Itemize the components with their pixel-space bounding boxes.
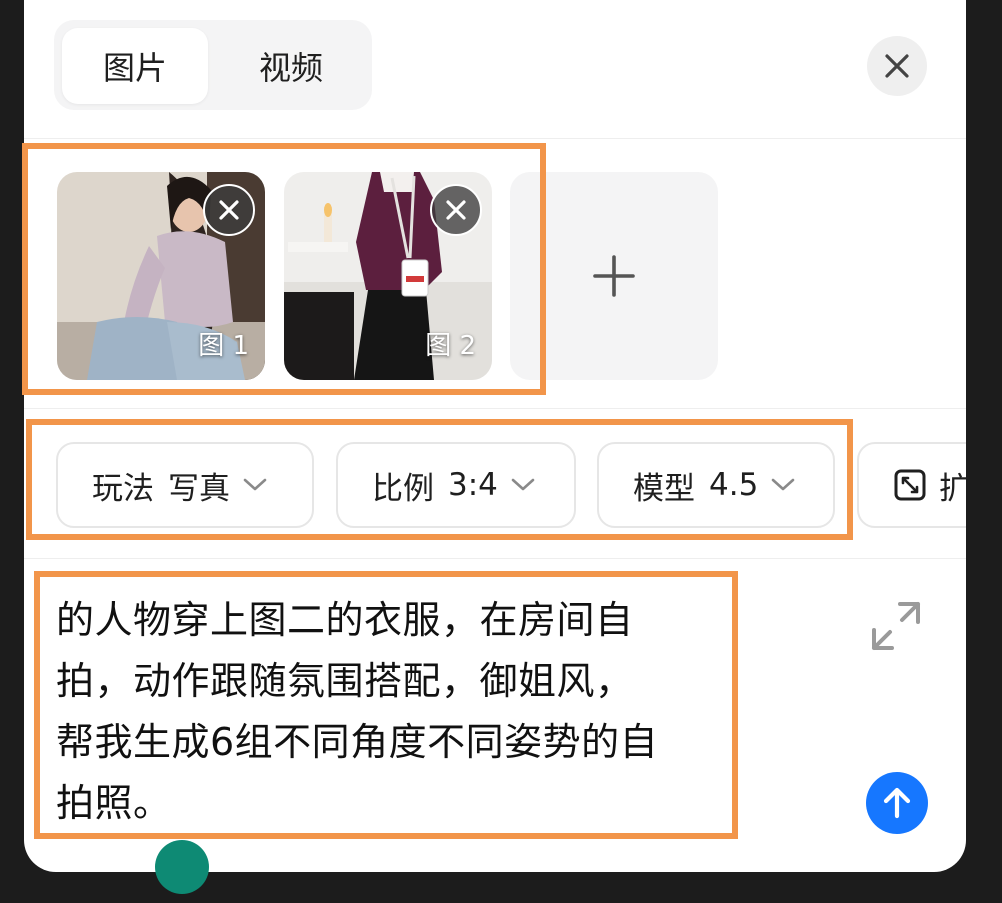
image-2-caption: 图 2 [425, 331, 476, 361]
model-select-label: 模型 [633, 470, 695, 507]
close-icon [885, 54, 909, 78]
prompt-line-4: 拍照。 [56, 781, 172, 825]
ratio-select[interactable]: 比例 3:4 [336, 442, 576, 528]
divider [24, 558, 966, 559]
remove-image-icon [446, 200, 466, 220]
close-button[interactable] [867, 36, 927, 96]
style-select[interactable]: 玩法 写真 [56, 442, 314, 528]
model-select-value: 4.5 [709, 467, 759, 503]
arrow-up-icon [883, 787, 911, 819]
remove-image-icon [219, 200, 239, 220]
send-button[interactable] [866, 772, 928, 834]
ratio-select-value: 3:4 [448, 467, 498, 503]
resize-frame-icon [894, 469, 926, 501]
uploaded-image-2[interactable]: 图 2 [284, 172, 492, 380]
ratio-select-label: 比例 [372, 470, 434, 507]
divider [24, 408, 966, 409]
uploaded-image-1[interactable]: 图 1 [57, 172, 265, 380]
model-select[interactable]: 模型 4.5 [597, 442, 835, 528]
prompt-line-3: 帮我生成6组不同角度不同姿势的自 [56, 720, 659, 764]
tab-video[interactable]: 视频 [218, 28, 364, 104]
expand-option-label: 扩 [939, 470, 966, 507]
style-select-label: 玩法 [92, 470, 154, 507]
add-image-button[interactable] [510, 172, 718, 380]
expand-editor-button[interactable] [866, 596, 926, 656]
remove-image-1-button[interactable] [203, 184, 255, 236]
chevron-down-icon [243, 478, 267, 491]
prompt-line-2: 拍，动作跟随氛围搭配，御姐风， [56, 659, 634, 703]
prompt-line-1: 的人物穿上图二的衣服，在房间自 [56, 598, 634, 642]
create-panel: 图片 视频 图 1 图 2 玩法 写真 比例 3:4 模型 4.5 扩 的人物穿… [24, 0, 966, 872]
chevron-down-icon [772, 478, 795, 491]
expand-option-chip[interactable]: 扩 [857, 442, 966, 528]
prompt-input[interactable]: 的人物穿上图二的衣服，在房间自 拍，动作跟随氛围搭配，御姐风， 帮我生成6组不同… [56, 590, 706, 834]
chevron-down-icon [511, 478, 535, 491]
media-type-tabs: 图片 视频 [54, 20, 372, 110]
expand-icon [872, 602, 920, 650]
plus-icon [593, 255, 635, 297]
remove-image-2-button[interactable] [430, 184, 482, 236]
tab-image[interactable]: 图片 [62, 28, 208, 104]
image-1-caption: 图 1 [198, 331, 249, 361]
touch-indicator [155, 840, 209, 894]
divider [24, 138, 966, 139]
style-select-value: 写真 [168, 470, 230, 507]
